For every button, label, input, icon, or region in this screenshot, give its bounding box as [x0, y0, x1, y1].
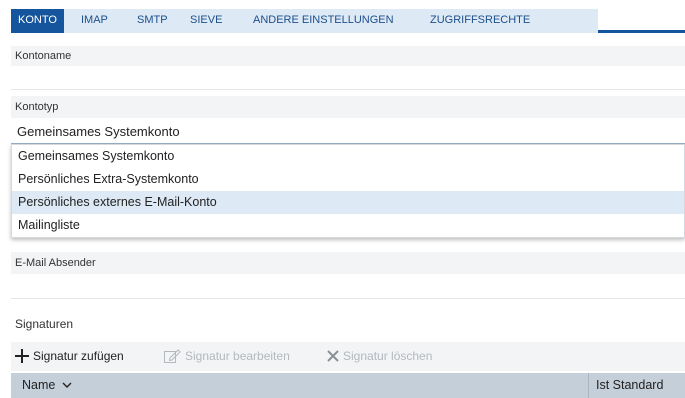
absender-input[interactable] — [11, 274, 685, 298]
add-signature-label: Signatur zufügen — [33, 349, 124, 363]
tab-imap[interactable]: IMAP — [81, 9, 108, 33]
option-gemeinsames-systemkonto[interactable]: Gemeinsames Systemkonto — [12, 145, 684, 168]
kontotyp-select[interactable]: Gemeinsames Systemkonto — [11, 120, 685, 144]
plus-icon — [15, 349, 29, 363]
edit-signature-label: Signatur bearbeiten — [185, 349, 290, 363]
kontoname-label: Kontoname — [11, 46, 685, 66]
column-header-default[interactable]: Ist Standard — [596, 373, 663, 398]
column-header-name[interactable]: Name — [22, 373, 72, 398]
tab-andere-einstellungen[interactable]: ANDERE EINSTELLUNGEN — [253, 9, 394, 33]
tab-smtp[interactable]: SMTP — [137, 9, 168, 33]
divider — [11, 298, 685, 299]
delete-signature-button[interactable]: Signatur löschen — [327, 342, 467, 371]
edit-signature-button[interactable]: Signatur bearbeiten — [164, 342, 314, 371]
signature-table-header: Name Ist Standard — [11, 373, 685, 398]
divider — [11, 89, 685, 90]
tab-sieve[interactable]: SIEVE — [190, 9, 222, 33]
absender-label: E-Mail Absender — [11, 252, 685, 274]
close-icon — [327, 350, 339, 362]
edit-icon — [164, 349, 181, 363]
chevron-down-icon — [62, 382, 72, 388]
tab-zugriffsrechte[interactable]: ZUGRIFFSRECHTE — [430, 9, 530, 33]
column-divider — [588, 373, 589, 398]
option-mailingliste[interactable]: Mailingliste — [12, 214, 684, 237]
tab-konto[interactable]: KONTO — [11, 9, 64, 33]
option-persoenliches-extra-systemkonto[interactable]: Persönliches Extra-Systemkonto — [12, 168, 684, 191]
add-signature-button[interactable]: Signatur zufügen — [15, 342, 157, 371]
kontoname-input[interactable] — [11, 66, 685, 89]
option-persoenliches-externes-email-konto[interactable]: Persönliches externes E-Mail-Konto — [12, 191, 684, 214]
signaturen-label: Signaturen — [11, 310, 685, 338]
column-name-label: Name — [22, 378, 56, 392]
signature-toolbar: Signatur zufügen Signatur bearbeiten Sig… — [11, 342, 685, 371]
tab-bar: KONTO IMAP SMTP SIEVE ANDERE EINSTELLUNG… — [11, 9, 685, 33]
delete-signature-label: Signatur löschen — [343, 349, 433, 363]
kontotyp-label: Kontotyp — [11, 96, 685, 118]
kontotyp-dropdown: Gemeinsames Systemkonto Persönliches Ext… — [11, 144, 685, 238]
